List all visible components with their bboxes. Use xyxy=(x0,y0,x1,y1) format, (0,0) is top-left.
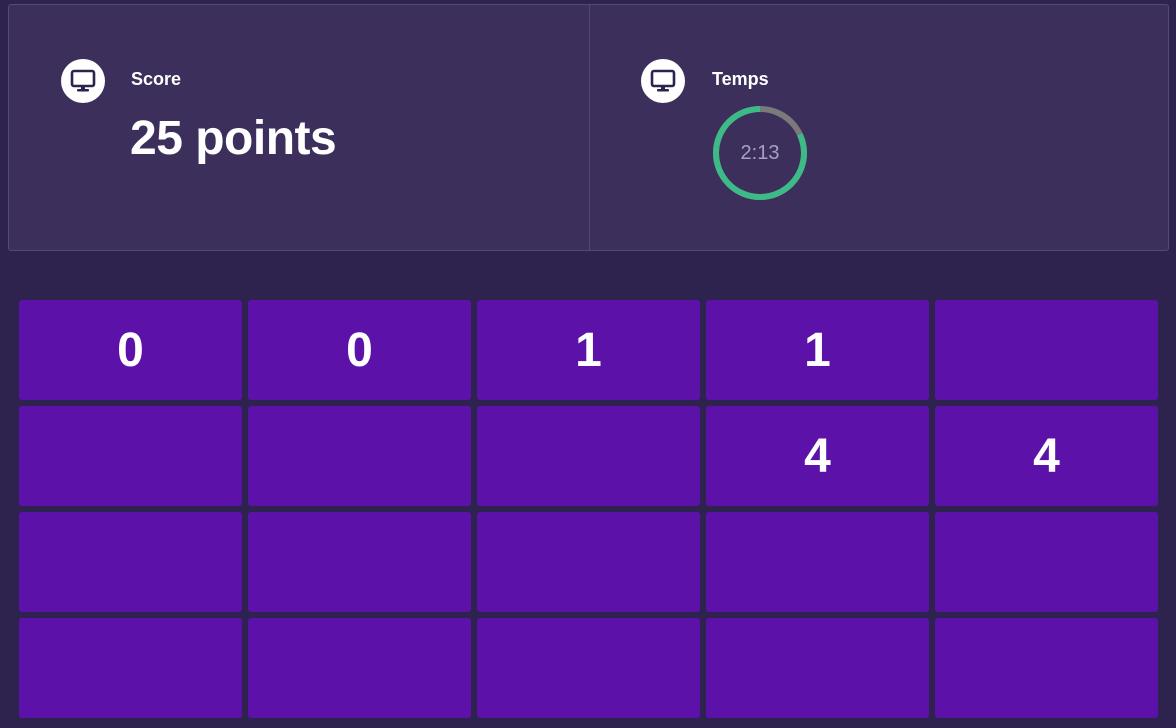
board-tile[interactable] xyxy=(19,512,242,612)
monitor-icon xyxy=(61,59,105,103)
board-tile[interactable] xyxy=(935,512,1158,612)
score-value: 25 points xyxy=(130,112,337,165)
score-card: Score 25 points xyxy=(9,5,590,250)
stats-panel: Score 25 points Temps 2:13 xyxy=(8,4,1169,251)
board-tile[interactable] xyxy=(935,300,1158,400)
monitor-icon xyxy=(641,59,685,103)
board-tile[interactable] xyxy=(19,618,242,718)
board-tile[interactable]: 0 xyxy=(19,300,242,400)
board-tile[interactable] xyxy=(477,618,700,718)
board-tile[interactable] xyxy=(19,406,242,506)
board-tile[interactable]: 4 xyxy=(706,406,929,506)
score-label: Score xyxy=(131,69,182,89)
board-tile[interactable] xyxy=(477,406,700,506)
board-tile[interactable] xyxy=(477,512,700,612)
time-label: Temps xyxy=(712,69,769,89)
game-board: 001144 xyxy=(19,300,1158,718)
board-tile[interactable] xyxy=(248,406,471,506)
time-card: Temps 2:13 xyxy=(590,5,1168,250)
board-tile[interactable] xyxy=(935,618,1158,718)
board-tile[interactable]: 0 xyxy=(248,300,471,400)
board-tile[interactable] xyxy=(248,618,471,718)
board-tile[interactable] xyxy=(706,512,929,612)
timer-value: 2:13 xyxy=(740,141,780,164)
board-tile[interactable]: 1 xyxy=(477,300,700,400)
countdown-timer: 2:13 xyxy=(710,103,810,203)
board-tile[interactable]: 1 xyxy=(706,300,929,400)
board-tile[interactable] xyxy=(248,512,471,612)
board-tile[interactable]: 4 xyxy=(935,406,1158,506)
board-tile[interactable] xyxy=(706,618,929,718)
